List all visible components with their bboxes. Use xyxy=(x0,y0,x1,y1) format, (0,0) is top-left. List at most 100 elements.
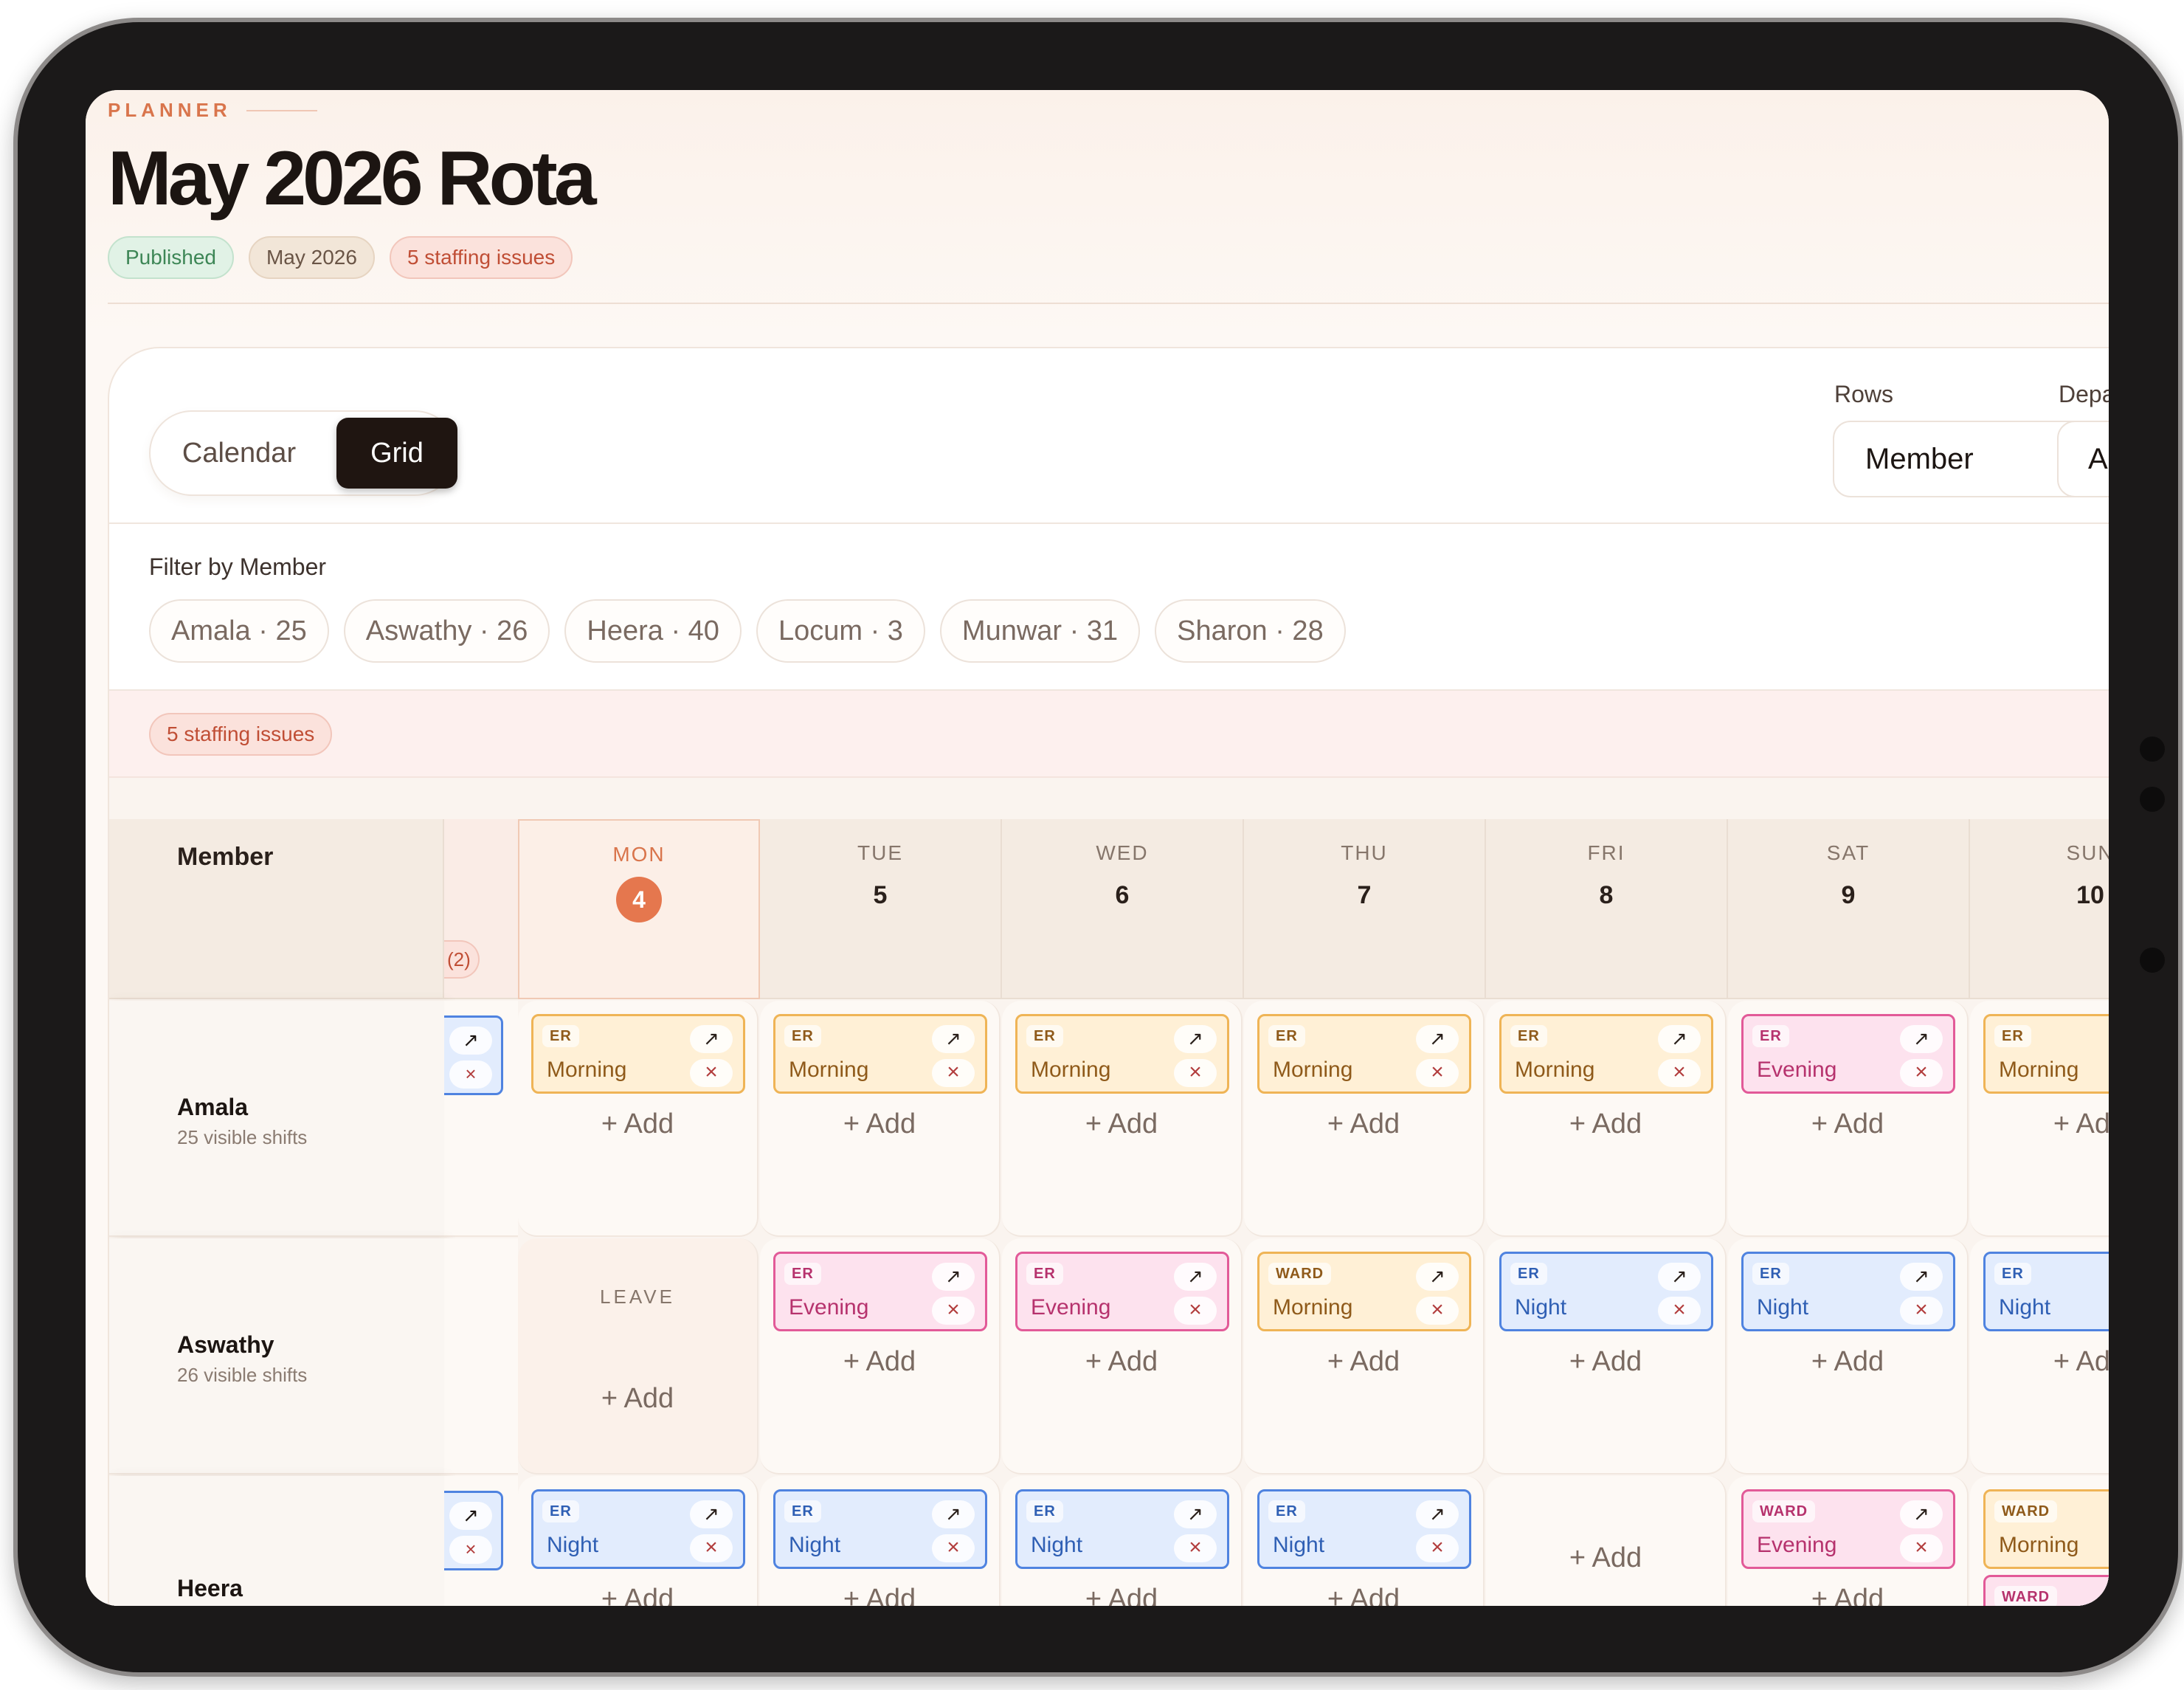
add-shift-button[interactable]: + Add xyxy=(1002,1108,1241,1140)
edit-icon[interactable]: ↗ xyxy=(932,1025,975,1053)
close-icon[interactable]: × xyxy=(1416,1059,1459,1087)
close-icon[interactable]: × xyxy=(449,1536,492,1564)
shift-card[interactable]: ERNight↗× xyxy=(531,1489,745,1569)
add-shift-button[interactable]: + Add xyxy=(1002,1346,1241,1378)
close-icon[interactable]: × xyxy=(932,1297,975,1325)
close-icon[interactable]: × xyxy=(932,1534,975,1562)
shift-card[interactable]: WARDMorning↗× xyxy=(1257,1252,1471,1331)
add-shift-button[interactable]: + Add xyxy=(1486,1108,1725,1140)
add-shift-button[interactable]: + Add xyxy=(760,1108,999,1140)
edit-icon[interactable]: ↗ xyxy=(1658,1025,1701,1053)
department-tag: ER xyxy=(1026,1263,1063,1285)
header-divider xyxy=(108,303,2109,304)
calendar-view-button[interactable]: Calendar xyxy=(165,418,313,489)
department-tag: ER xyxy=(784,1500,821,1522)
shift-card[interactable]: ERNight↗× xyxy=(773,1489,987,1569)
shift-card[interactable]: ↗ × xyxy=(444,1491,503,1570)
add-shift-button[interactable]: + Add xyxy=(760,1584,999,1606)
add-shift-button[interactable]: + Add xyxy=(1728,1584,1967,1606)
close-icon[interactable]: × xyxy=(1174,1297,1217,1325)
close-icon[interactable]: × xyxy=(1900,1534,1943,1562)
edit-icon[interactable]: ↗ xyxy=(690,1025,733,1053)
shift-card[interactable]: ERNight↗× xyxy=(1499,1252,1713,1331)
edit-icon[interactable]: ↗ xyxy=(1416,1500,1459,1528)
add-shift-button[interactable]: + Add xyxy=(518,1108,757,1140)
grid-view-button[interactable]: Grid xyxy=(336,418,457,489)
add-shift-button[interactable]: + Add xyxy=(1244,1584,1483,1606)
add-shift-button[interactable]: + Add xyxy=(760,1346,999,1378)
page-header: PLANNER May 2026 Rota Published May 2026… xyxy=(108,99,2085,279)
close-icon[interactable]: × xyxy=(1658,1059,1701,1087)
close-icon[interactable]: × xyxy=(690,1059,733,1087)
member-chip[interactable]: Munwar · 31 xyxy=(939,599,1141,663)
shift-card[interactable]: ERNight↗× xyxy=(1257,1489,1471,1569)
member-chip[interactable]: Locum · 3 xyxy=(756,599,925,663)
close-icon[interactable]: × xyxy=(1900,1059,1943,1087)
shift-card[interactable]: ERMorning↗× xyxy=(531,1014,745,1094)
shift-card[interactable]: ERMorning↗× xyxy=(1257,1014,1471,1094)
shift-card[interactable]: ERNight↗× xyxy=(1015,1489,1229,1569)
edit-icon[interactable]: ↗ xyxy=(449,1027,492,1055)
shift-card[interactable]: WARD↗× xyxy=(1983,1575,2109,1606)
add-shift-button[interactable]: + Add xyxy=(1728,1108,1967,1140)
shift-card[interactable]: ER Evening ↗ × xyxy=(1015,1252,1229,1331)
close-icon[interactable]: × xyxy=(1658,1297,1701,1325)
shift-card[interactable]: WARDMorning↗× xyxy=(1983,1489,2109,1569)
shift-card[interactable]: ERNight↗× xyxy=(1741,1252,1955,1331)
shift-card[interactable]: ERNight↗× xyxy=(1983,1252,2109,1331)
department-tag: ER xyxy=(1268,1500,1305,1522)
shift-card[interactable]: ERMorning↗× xyxy=(1499,1014,1713,1094)
edit-icon[interactable]: ↗ xyxy=(1174,1025,1217,1053)
edit-icon[interactable]: ↗ xyxy=(1900,1025,1943,1053)
add-shift-button[interactable]: + Add xyxy=(1002,1584,1241,1606)
add-shift-button[interactable]: + Add xyxy=(1486,1346,1725,1378)
shift-name: Morning xyxy=(1273,1295,1353,1320)
close-icon[interactable]: × xyxy=(1174,1059,1217,1087)
shift-card[interactable]: ER Evening ↗ × xyxy=(773,1252,987,1331)
add-shift-button[interactable]: + Add xyxy=(518,1383,757,1415)
close-icon[interactable]: × xyxy=(690,1534,733,1562)
day-of-week: SAT xyxy=(1826,841,1870,864)
edit-icon[interactable]: ↗ xyxy=(1174,1263,1217,1291)
close-icon[interactable]: × xyxy=(1416,1297,1459,1325)
member-chip[interactable]: Heera · 40 xyxy=(564,599,742,663)
add-shift-button[interactable]: + Add xyxy=(1970,1108,2109,1140)
shift-name: Night xyxy=(1031,1533,1083,1557)
close-icon[interactable]: × xyxy=(1174,1534,1217,1562)
shift-card[interactable]: ERMorning↗× xyxy=(773,1014,987,1094)
close-icon[interactable]: × xyxy=(449,1060,492,1089)
add-shift-button[interactable]: + Add xyxy=(1728,1346,1967,1378)
day-number: 8 xyxy=(1599,881,1614,909)
edit-icon[interactable]: ↗ xyxy=(932,1263,975,1291)
staffing-issues-badge[interactable]: 5 staffing issues xyxy=(389,236,573,279)
shift-card[interactable]: ERMorning↗× xyxy=(1983,1014,2109,1094)
close-icon[interactable]: × xyxy=(1416,1534,1459,1562)
add-shift-button[interactable]: + Add xyxy=(518,1584,757,1606)
staffing-issues-badge[interactable]: 5 staffing issues xyxy=(149,713,333,756)
edit-icon[interactable]: ↗ xyxy=(1900,1500,1943,1528)
member-filter: Filter by Member Amala · 25 Aswathy · 26… xyxy=(109,524,2109,691)
edit-icon[interactable]: ↗ xyxy=(690,1500,733,1528)
add-shift-button[interactable]: + Add xyxy=(1486,1542,1725,1574)
member-chip[interactable]: Amala · 25 xyxy=(149,599,329,663)
shift-card[interactable]: ERMorning↗× xyxy=(1015,1014,1229,1094)
shift-card[interactable]: WARD Evening ↗ × xyxy=(1741,1489,1955,1569)
add-shift-button[interactable]: + Add xyxy=(1244,1346,1483,1378)
shift-card[interactable]: ER Evening ↗ × xyxy=(1741,1014,1955,1094)
edit-icon[interactable]: ↗ xyxy=(1416,1263,1459,1291)
add-shift-button[interactable]: + Add xyxy=(1970,1346,2109,1378)
close-icon[interactable]: × xyxy=(932,1059,975,1087)
department-select[interactable]: Al xyxy=(2057,421,2109,497)
rota-grid: Member (2) MON 4 TUE 5 WED 6 THU 7 FRI 8 SAT 9 SUN 10… xyxy=(109,778,2109,1606)
shift-card[interactable]: ↗ × xyxy=(444,1015,503,1095)
edit-icon[interactable]: ↗ xyxy=(449,1502,492,1530)
add-shift-button[interactable]: + Add xyxy=(1244,1108,1483,1140)
edit-icon[interactable]: ↗ xyxy=(1174,1500,1217,1528)
edit-icon[interactable]: ↗ xyxy=(1658,1263,1701,1291)
close-icon[interactable]: × xyxy=(1900,1297,1943,1325)
member-chip[interactable]: Aswathy · 26 xyxy=(343,599,550,663)
edit-icon[interactable]: ↗ xyxy=(932,1500,975,1528)
edit-icon[interactable]: ↗ xyxy=(1900,1263,1943,1291)
edit-icon[interactable]: ↗ xyxy=(1416,1025,1459,1053)
member-chip[interactable]: Sharon · 28 xyxy=(1155,599,1346,663)
